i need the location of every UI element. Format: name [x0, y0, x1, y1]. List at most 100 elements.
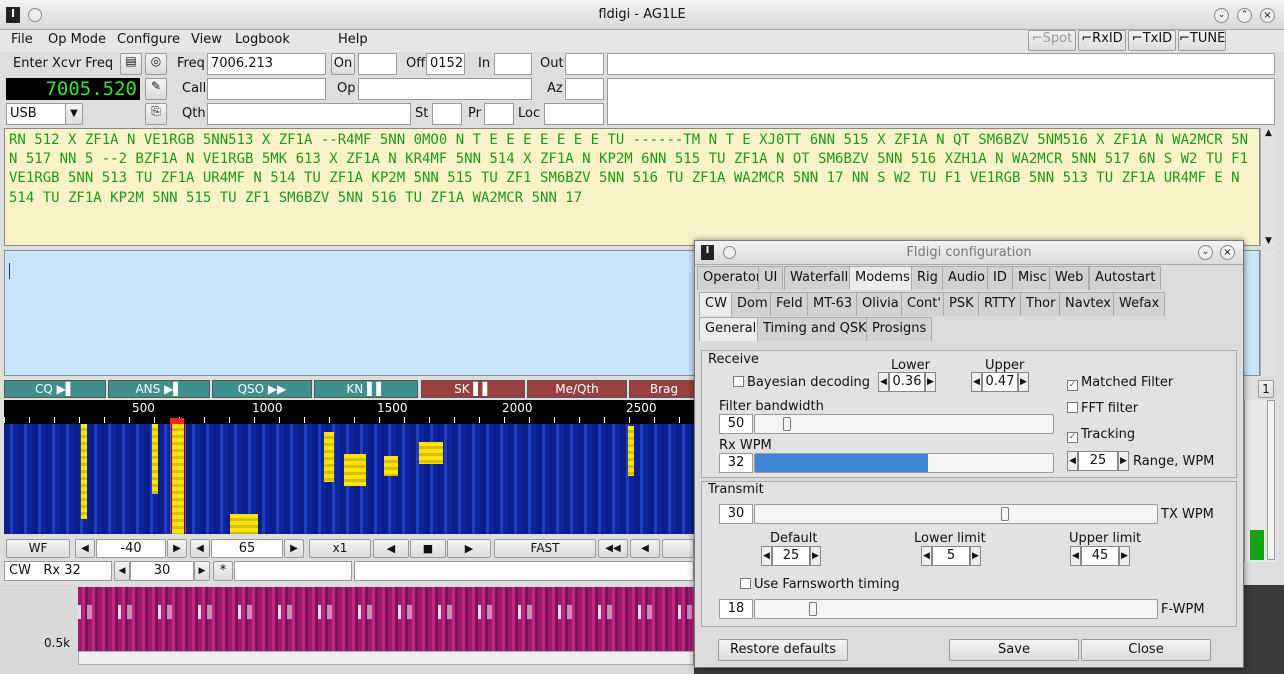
fast-rewind-icon[interactable]: ◀◀	[598, 539, 628, 558]
frequency-ruler[interactable]: 500 1000 1500 2000 2500	[4, 400, 694, 424]
freq-field[interactable]: 7006.213	[207, 53, 326, 75]
tx-wpm-slider[interactable]	[754, 504, 1158, 524]
on-button[interactable]: On	[331, 53, 355, 75]
default-wpm-spinner[interactable]: ◀ 25 ▶	[761, 546, 821, 566]
menu-op-mode[interactable]: Op Mode	[48, 32, 106, 47]
tab-ui[interactable]: UI	[758, 266, 784, 290]
tab-misc[interactable]: Misc	[1012, 266, 1053, 290]
range-wpm-spinner[interactable]: ◀ 25 ▶	[1067, 451, 1129, 471]
spot-toggle[interactable]: ⌐Spot	[1028, 30, 1076, 51]
comment-field[interactable]	[607, 78, 1275, 125]
rx-scrollbar[interactable]: ▲ ▼	[1260, 128, 1276, 246]
op-field[interactable]	[358, 78, 532, 100]
tab-mt63[interactable]: MT-63	[807, 292, 859, 316]
tab-olivia[interactable]: Olivia	[856, 292, 905, 316]
upper-limit-spinner[interactable]: ◀ 45 ▶	[1070, 546, 1130, 566]
range-increase-icon[interactable]: ▶	[284, 539, 304, 558]
macro-meqth-button[interactable]: Me/Qth	[527, 380, 627, 398]
waterfall-display[interactable]	[4, 424, 694, 534]
tab-navtex[interactable]: Navtex	[1059, 292, 1117, 316]
close-icon[interactable]: ×	[1260, 8, 1275, 23]
rxid-toggle[interactable]: ⌐RxID	[1078, 30, 1126, 51]
macro-qso-button[interactable]: QSO ▶▶	[212, 380, 312, 398]
menu-logbook[interactable]: Logbook	[235, 32, 290, 47]
wf-mode-button[interactable]: WF	[6, 539, 70, 558]
globe-icon[interactable]: ◎	[145, 53, 167, 75]
close-icon[interactable]: ×	[1220, 245, 1235, 260]
in-field[interactable]	[494, 53, 532, 75]
ref-increase-icon[interactable]: ▶	[167, 539, 187, 558]
on-time-field[interactable]	[358, 53, 397, 75]
off-time-field[interactable]: 0152	[426, 53, 465, 75]
tab-prosigns[interactable]: Prosigns	[866, 317, 933, 341]
log-icon[interactable]: ⎘	[145, 103, 167, 125]
lower-spinner[interactable]: ◀ 0.36 ▶	[878, 372, 936, 392]
save-button[interactable]: Save	[949, 639, 1079, 661]
fft-filter-checkbox[interactable]: FFT filter	[1067, 401, 1138, 416]
tab-timing-qsk[interactable]: Timing and QSK	[757, 317, 873, 341]
squelch-increase-icon[interactable]: ▶	[194, 561, 210, 581]
macro-cq-button[interactable]: CQ ▶▌	[4, 380, 106, 398]
tab-wefax[interactable]: Wefax	[1113, 292, 1166, 316]
tab-cw[interactable]: CW	[699, 292, 733, 316]
macro-brag-button[interactable]: Brag	[629, 380, 699, 398]
matched-filter-checkbox[interactable]: ✓ Matched Filter	[1067, 375, 1173, 391]
mode-select[interactable]: USB	[6, 103, 66, 125]
restore-defaults-button[interactable]: Restore defaults	[718, 639, 848, 661]
macro-ans-button[interactable]: ANS ▶▌	[108, 380, 210, 398]
tab-operator[interactable]: Operator	[697, 266, 768, 290]
squelch-decrease-icon[interactable]: ◀	[114, 561, 130, 581]
menu-view[interactable]: View	[191, 32, 222, 47]
out-field[interactable]	[565, 53, 604, 75]
minimize-icon[interactable]: ⌄	[1214, 8, 1229, 23]
wf-extra-button[interactable]	[662, 539, 694, 558]
notes-field[interactable]	[607, 53, 1275, 75]
squelch-field[interactable]: 30	[130, 561, 194, 581]
range-decrease-icon[interactable]: ◀	[190, 539, 210, 558]
stop-icon[interactable]: ■	[410, 539, 446, 558]
tune-right-icon[interactable]: ▶	[447, 539, 491, 558]
menu-help[interactable]: Help	[338, 32, 368, 47]
maximize-icon[interactable]: ⌃	[1237, 8, 1252, 23]
txid-toggle[interactable]: ⌐TxID	[1128, 30, 1176, 51]
loc-field[interactable]	[544, 103, 604, 125]
tab-modems[interactable]: Modems	[849, 266, 916, 290]
tab-general[interactable]: General	[699, 317, 763, 341]
tab-web[interactable]: Web	[1049, 266, 1090, 290]
macro-sk-button[interactable]: SK ▌▌	[421, 380, 525, 398]
side-counter[interactable]: 1	[1258, 380, 1274, 398]
tab-id[interactable]: ID	[987, 266, 1013, 290]
bayesian-checkbox[interactable]: Bayesian decoding	[733, 375, 870, 390]
minimize-icon[interactable]: ⌄	[1198, 245, 1213, 260]
pr-field[interactable]	[484, 103, 514, 125]
close-button[interactable]: Close	[1081, 639, 1211, 661]
menu-configure[interactable]: Configure	[117, 32, 180, 47]
bandwidth-slider[interactable]	[754, 414, 1054, 434]
zoom-button[interactable]: x1	[309, 539, 371, 558]
mode-dropdown-icon[interactable]: ▼	[65, 103, 83, 125]
tab-rtty[interactable]: RTTY	[978, 292, 1022, 316]
call-field[interactable]	[207, 78, 326, 100]
frequency-display[interactable]: 7005.520	[6, 78, 140, 100]
st-field[interactable]	[432, 103, 462, 125]
clear-broom-icon[interactable]: ✎	[145, 78, 167, 100]
ref-level-field[interactable]: -40	[96, 539, 166, 558]
tab-psk[interactable]: PSK	[943, 292, 980, 316]
tab-dom[interactable]: Dom	[731, 292, 774, 316]
az-field[interactable]	[565, 78, 604, 100]
ref-decrease-icon[interactable]: ◀	[75, 539, 95, 558]
tune-left-icon[interactable]: ◀	[373, 539, 409, 558]
speed-button[interactable]: FAST	[494, 539, 596, 558]
meter-scroll[interactable]	[1267, 400, 1275, 560]
afc-toggle[interactable]: *	[213, 561, 233, 581]
macro-kn-button[interactable]: KN ▌▌	[314, 380, 418, 398]
tab-rig[interactable]: Rig	[911, 266, 944, 290]
fwpm-slider[interactable]	[754, 599, 1158, 619]
memory-icon[interactable]: ▤	[120, 53, 142, 75]
qth-field[interactable]	[207, 103, 411, 125]
tune-toggle[interactable]: ⌐TUNE	[1178, 30, 1226, 51]
farnsworth-checkbox[interactable]: Use Farnsworth timing	[740, 577, 900, 592]
range-field[interactable]: 65	[211, 539, 283, 558]
tab-thor[interactable]: Thor	[1020, 292, 1062, 316]
upper-spinner[interactable]: ◀ 0.47 ▶	[971, 372, 1029, 392]
